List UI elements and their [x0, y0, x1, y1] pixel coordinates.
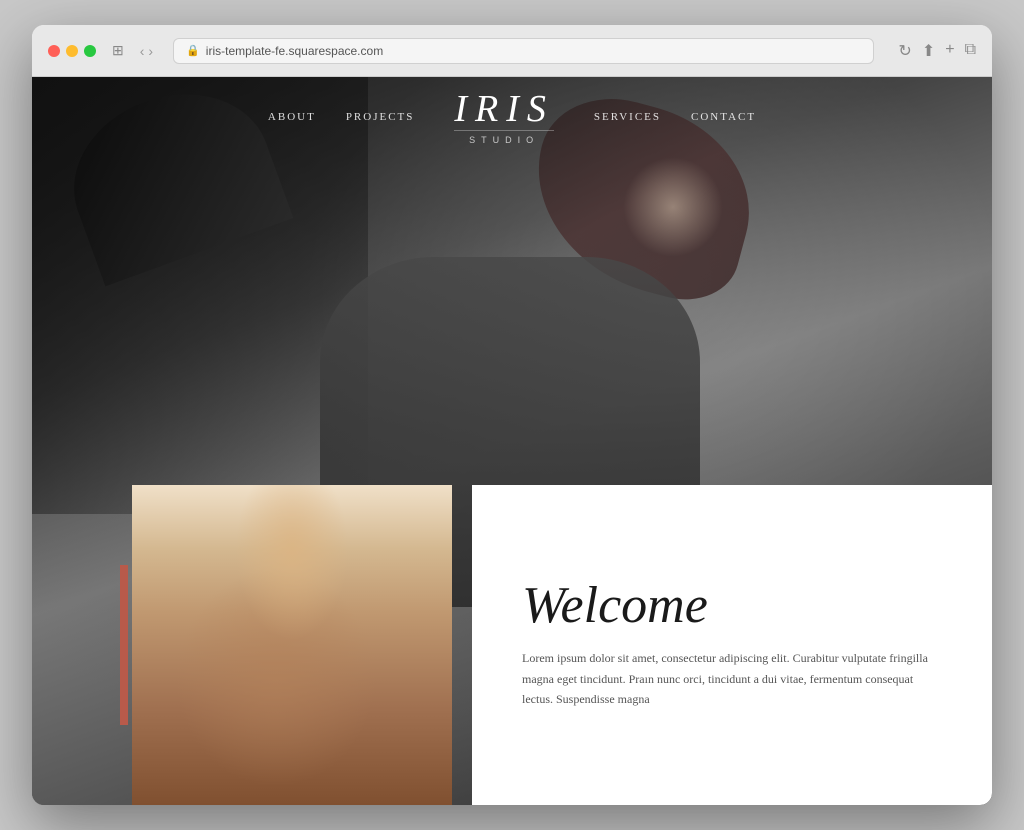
- back-arrow-icon[interactable]: ‹: [140, 43, 145, 59]
- maximize-button[interactable]: [84, 45, 96, 57]
- close-button[interactable]: [48, 45, 60, 57]
- logo-studio-text: STUDIO: [454, 130, 554, 145]
- welcome-title: Welcome: [522, 580, 942, 632]
- nav-contact[interactable]: CONTACT: [691, 111, 756, 123]
- site-navigation: ABOUT PROJECTS IRIS STUDIO SERVICES CONT…: [32, 77, 992, 157]
- welcome-card: Welcome Lorem ipsum dolor sit amet, cons…: [472, 485, 992, 805]
- browser-actions: ↻ ⬆ + ⧉: [898, 41, 976, 61]
- share-icon[interactable]: ⬆: [922, 41, 935, 61]
- minimize-button[interactable]: [66, 45, 78, 57]
- site-logo[interactable]: IRIS STUDIO: [454, 90, 554, 145]
- nav-arrows: ‹ ›: [140, 43, 153, 59]
- windows-icon[interactable]: ⧉: [965, 41, 976, 61]
- nav-projects[interactable]: PROJECTS: [346, 111, 415, 123]
- new-tab-icon[interactable]: +: [945, 41, 954, 61]
- browser-chrome: ⊞ ‹ › 🔒 iris-template-fe.squarespace.com…: [32, 25, 992, 77]
- bottom-content: Welcome Lorem ipsum dolor sit amet, cons…: [32, 485, 992, 805]
- grid-icon[interactable]: ⊞: [112, 42, 124, 59]
- nav-left: ABOUT PROJECTS: [268, 111, 414, 123]
- url-text: iris-template-fe.squarespace.com: [206, 44, 383, 58]
- fashion-photo: [132, 485, 452, 805]
- nav-inner: ABOUT PROJECTS IRIS STUDIO SERVICES CONT…: [32, 90, 992, 145]
- hero-section: ABOUT PROJECTS IRIS STUDIO SERVICES CONT…: [32, 77, 992, 805]
- fashion-card: [132, 485, 452, 805]
- window-controls: ⊞: [112, 42, 124, 59]
- nav-right: SERVICES CONTACT: [594, 111, 756, 123]
- welcome-body: Lorem ipsum dolor sit amet, consectetur …: [522, 648, 942, 709]
- refresh-icon[interactable]: ↻: [898, 41, 911, 61]
- browser-window: ⊞ ‹ › 🔒 iris-template-fe.squarespace.com…: [32, 25, 992, 805]
- face-shape: [623, 157, 723, 257]
- logo-iris-text: IRIS: [454, 90, 554, 128]
- address-bar[interactable]: 🔒 iris-template-fe.squarespace.com: [173, 38, 874, 64]
- nav-services[interactable]: SERVICES: [594, 111, 661, 123]
- fashion-figure: [132, 485, 452, 805]
- website-content: ABOUT PROJECTS IRIS STUDIO SERVICES CONT…: [32, 77, 992, 805]
- forward-arrow-icon[interactable]: ›: [148, 43, 153, 59]
- lock-icon: 🔒: [186, 44, 200, 57]
- traffic-lights: [48, 45, 96, 57]
- red-accent-bar: [120, 565, 128, 725]
- nav-about[interactable]: ABOUT: [268, 111, 316, 123]
